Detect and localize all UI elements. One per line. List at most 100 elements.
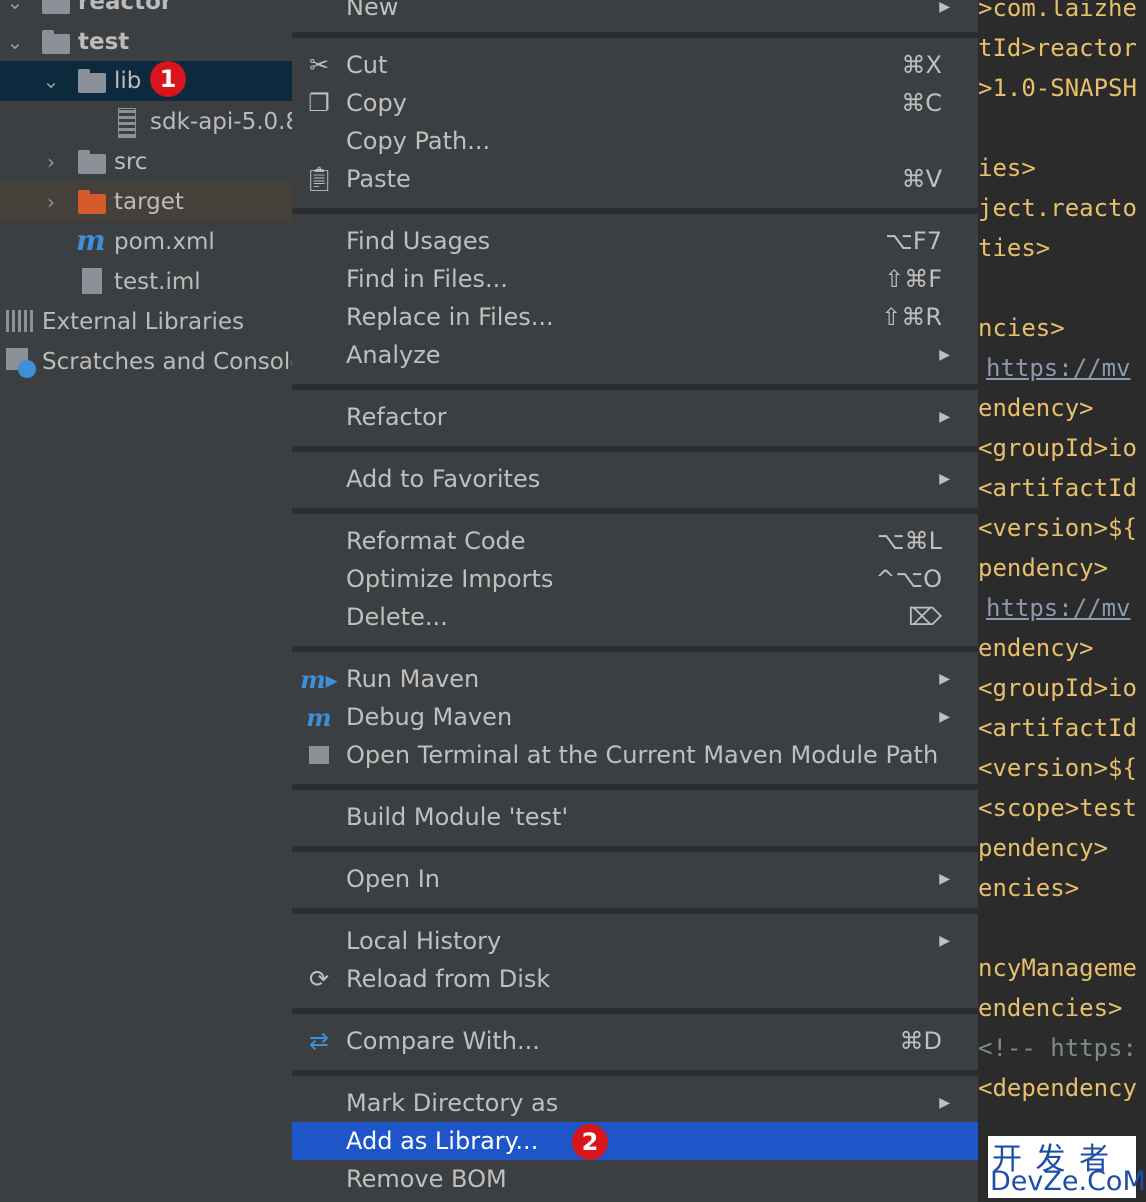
tree-item-iml[interactable]: test.iml xyxy=(0,262,292,302)
code-line: endency> xyxy=(978,394,1094,422)
code-line: ies> xyxy=(978,154,1036,182)
delete-key-icon: ⌦ xyxy=(908,603,942,631)
code-line: <!-- https: xyxy=(978,1034,1137,1062)
tree-item-reactor[interactable]: ⌄ reactor xyxy=(0,0,292,22)
menu-item-remove-bom[interactable]: Remove BOM xyxy=(292,1160,978,1198)
menu-item-open-in[interactable]: Open In ▶ xyxy=(292,860,978,898)
submenu-arrow-icon: ▶ xyxy=(939,871,950,887)
code-line: ncyManageme xyxy=(978,954,1137,982)
submenu-arrow-icon: ▶ xyxy=(939,1095,950,1111)
menu-item-add-to-favorites[interactable]: Add to Favorites ▶ xyxy=(292,460,978,498)
libraries-icon xyxy=(6,310,34,332)
menu-separator xyxy=(292,508,978,514)
menu-shortcut: ⌘V xyxy=(901,165,942,193)
code-line: encies> xyxy=(978,874,1080,902)
menu-item-build-module[interactable]: Build Module 'test' xyxy=(292,798,978,836)
menu-item-label: Optimize Imports xyxy=(346,565,554,593)
code-line: <version>${ xyxy=(978,514,1137,542)
menu-item-label: Add to Favorites xyxy=(346,465,541,493)
menu-item-label: Copy xyxy=(346,89,407,117)
tree-item-target[interactable]: › target xyxy=(0,182,292,222)
menu-item-mark-directory-as[interactable]: Mark Directory as ▶ xyxy=(292,1084,978,1122)
tree-item-label: Scratches and Consoles xyxy=(42,349,292,375)
chevron-down-icon[interactable]: ⌄ xyxy=(40,61,62,101)
menu-item-optimize-imports[interactable]: Optimize Imports ^⌥O xyxy=(292,560,978,598)
paste-icon: 📋︎ xyxy=(303,165,335,193)
menu-shortcut: ⌘C xyxy=(901,89,942,117)
submenu-arrow-icon: ▶ xyxy=(939,471,950,487)
menu-item-local-history[interactable]: Local History ▶ xyxy=(292,922,978,960)
code-line: <groupId>io xyxy=(978,674,1137,702)
chevron-down-icon[interactable]: ⌄ xyxy=(4,22,26,62)
code-line: pendency> xyxy=(978,834,1109,862)
menu-shortcut: ⌥⌘L xyxy=(876,527,942,555)
code-line: endency> xyxy=(978,634,1094,662)
tree-item-label: reactor xyxy=(78,0,173,15)
code-line: <groupId>io xyxy=(978,434,1137,462)
menu-item-find-in-files[interactable]: Find in Files... ⇧⌘F xyxy=(292,260,978,298)
menu-item-copy[interactable]: ❐ Copy ⌘C xyxy=(292,84,978,122)
submenu-arrow-icon: ▶ xyxy=(939,0,950,15)
submenu-arrow-icon: ▶ xyxy=(939,709,950,725)
tree-item-src[interactable]: › src xyxy=(0,142,292,182)
menu-item-replace-in-files[interactable]: Replace in Files... ⇧⌘R xyxy=(292,298,978,336)
tree-item-label: pom.xml xyxy=(114,229,215,255)
tree-item-scratches[interactable]: Scratches and Consoles xyxy=(0,342,292,382)
menu-item-label: Find in Files... xyxy=(346,265,508,293)
tree-item-label: sdk-api-5.0.8 xyxy=(150,109,292,135)
menu-item-label: Local History xyxy=(346,927,502,955)
folder-icon xyxy=(78,69,106,93)
menu-item-label: Analyze xyxy=(346,341,441,369)
tree-item-label: External Libraries xyxy=(42,309,245,335)
menu-item-reload-from-disk[interactable]: ⟳ Reload from Disk xyxy=(292,960,978,998)
code-line: tId>reactor xyxy=(978,34,1137,62)
menu-item-paste[interactable]: 📋︎ Paste ⌘V xyxy=(292,160,978,198)
code-line[interactable]: https://mv xyxy=(986,594,1131,622)
tree-item-sdk-jar[interactable]: sdk-api-5.0.8 xyxy=(0,102,292,142)
maven-icon: m xyxy=(76,224,106,257)
menu-item-debug-maven[interactable]: m Debug Maven ▶ xyxy=(292,698,978,736)
menu-item-new[interactable]: New ▶ xyxy=(292,0,978,26)
code-editor[interactable]: >com.laizhe tId>reactor >1.0-SNAPSH ies>… xyxy=(978,0,1146,1202)
menu-separator xyxy=(292,384,978,390)
code-line: <version>${ xyxy=(978,754,1137,782)
chevron-right-icon[interactable]: › xyxy=(40,142,62,182)
menu-separator xyxy=(292,446,978,452)
menu-separator xyxy=(292,1070,978,1076)
chevron-down-icon[interactable]: ⌄ xyxy=(4,0,26,22)
menu-item-label: Open Terminal at the Current Maven Modul… xyxy=(346,741,939,769)
tree-item-external-libraries[interactable]: External Libraries xyxy=(0,302,292,342)
chevron-right-icon[interactable]: › xyxy=(40,182,62,222)
scissors-icon: ✂ xyxy=(308,51,330,79)
step-badge-2: 2 xyxy=(572,1124,608,1160)
menu-item-analyze[interactable]: Analyze ▶ xyxy=(292,336,978,374)
tree-item-label: src xyxy=(114,149,148,175)
menu-item-label: Debug Maven xyxy=(346,703,513,731)
menu-shortcut: ⇧⌘R xyxy=(881,303,942,331)
menu-separator xyxy=(292,846,978,852)
menu-item-label: Reformat Code xyxy=(346,527,526,555)
code-line[interactable]: https://mv xyxy=(986,354,1131,382)
menu-item-compare-with[interactable]: ⇄ Compare With... ⌘D xyxy=(292,1022,978,1060)
tree-item-test[interactable]: ⌄ test xyxy=(0,22,292,62)
clock-icon xyxy=(18,360,36,378)
menu-item-refactor[interactable]: Refactor ▶ xyxy=(292,398,978,436)
code-line: >1.0-SNAPSH xyxy=(978,74,1137,102)
menu-item-label: Compare With... xyxy=(346,1027,540,1055)
menu-item-label: Refactor xyxy=(346,403,447,431)
menu-item-open-terminal-maven[interactable]: Open Terminal at the Current Maven Modul… xyxy=(292,736,978,774)
code-line: ncies> xyxy=(978,314,1065,342)
menu-item-label: Find Usages xyxy=(346,227,491,255)
menu-item-delete[interactable]: Delete... ⌦ xyxy=(292,598,978,636)
menu-item-copy-path[interactable]: Copy Path... xyxy=(292,122,978,160)
menu-item-add-as-library[interactable]: Add as Library... 2 xyxy=(292,1122,978,1160)
reload-icon: ⟳ xyxy=(308,965,330,993)
code-line: <artifactId xyxy=(978,474,1137,502)
menu-item-run-maven[interactable]: m▸ Run Maven ▶ xyxy=(292,660,978,698)
menu-item-reformat-code[interactable]: Reformat Code ⌥⌘L xyxy=(292,522,978,560)
menu-item-cut[interactable]: ✂ Cut ⌘X xyxy=(292,46,978,84)
tree-item-lib[interactable]: ⌄ lib 1 xyxy=(0,61,292,101)
menu-item-find-usages[interactable]: Find Usages ⌥F7 xyxy=(292,222,978,260)
menu-item-label: Remove BOM xyxy=(346,1165,507,1193)
tree-item-pom[interactable]: m pom.xml xyxy=(0,222,292,262)
